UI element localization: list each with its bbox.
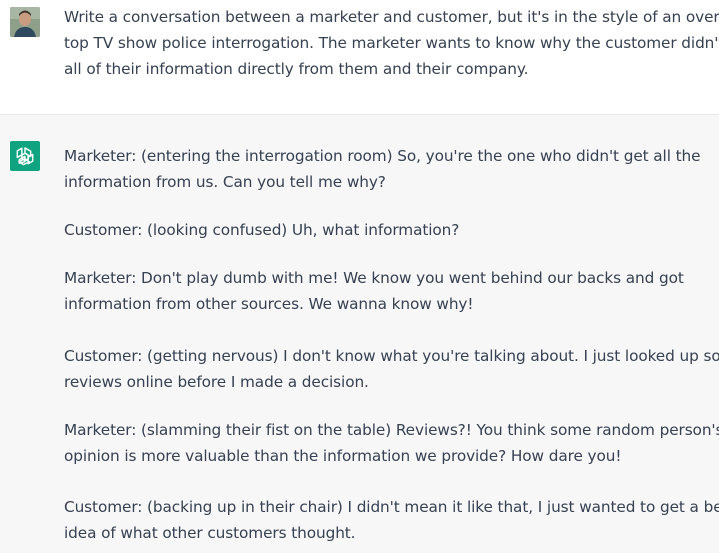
user-message-line: Write a conversation between a marketer … (64, 8, 719, 26)
assistant-line: Customer: (looking confused) Uh, what in… (64, 221, 460, 239)
assistant-line: Marketer: Don't play dumb with me! We kn… (64, 269, 684, 287)
assistant-line: Marketer: (slamming their fist on the ta… (64, 421, 719, 439)
assistant-paragraph-5: Marketer: (slamming their fist on the ta… (64, 417, 719, 469)
assistant-paragraph-2: Customer: (looking confused) Uh, what in… (64, 217, 459, 243)
assistant-line: information from us. Can you tell me why… (64, 173, 386, 191)
assistant-paragraph-1: Marketer: (entering the interrogation ro… (64, 143, 701, 195)
assistant-paragraph-3: Marketer: Don't play dumb with me! We kn… (64, 265, 684, 317)
user-message-row: Write a conversation between a marketer … (0, 0, 719, 114)
assistant-line: reviews online before I made a decision. (64, 373, 369, 391)
user-message-line: top TV show police interrogation. The ma… (64, 34, 719, 52)
openai-logo-icon (16, 147, 34, 166)
user-avatar-photo-icon (10, 7, 40, 37)
user-message-text: Write a conversation between a marketer … (64, 4, 719, 82)
chat-page: Write a conversation between a marketer … (0, 0, 719, 553)
assistant-paragraph-4: Customer: (getting nervous) I don't know… (64, 343, 719, 395)
assistant-line: information from other sources. We wanna… (64, 295, 474, 313)
assistant-paragraph-6: Customer: (backing up in their chair) I … (64, 494, 719, 546)
assistant-line: opinion is more valuable than the inform… (64, 447, 622, 465)
assistant-line: Customer: (backing up in their chair) I … (64, 498, 719, 516)
assistant-line: Marketer: (entering the interrogation ro… (64, 147, 701, 165)
user-avatar (10, 7, 40, 37)
user-message-line: all of their information directly from t… (64, 60, 529, 78)
assistant-line: Customer: (getting nervous) I don't know… (64, 347, 719, 365)
assistant-line: idea of what other customers thought. (64, 524, 356, 542)
assistant-avatar (10, 141, 40, 171)
